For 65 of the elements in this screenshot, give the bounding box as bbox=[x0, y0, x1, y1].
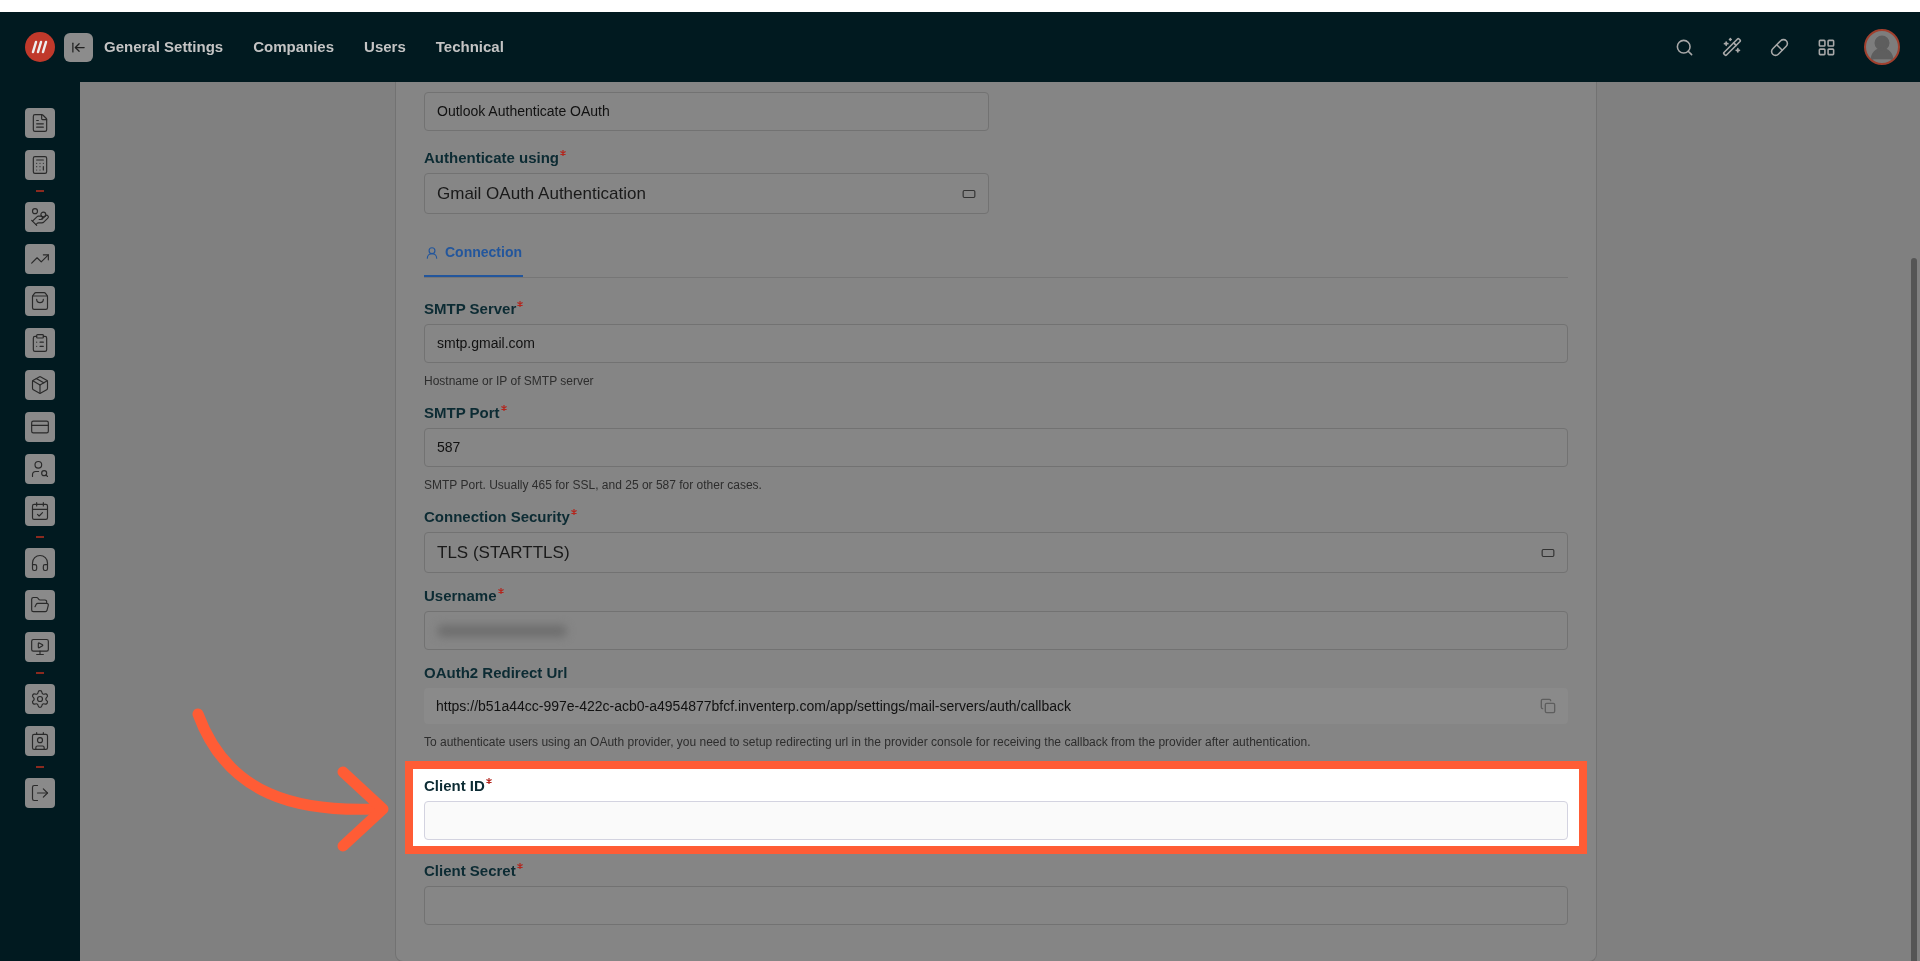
field-label: Client Secret bbox=[424, 862, 516, 880]
logo[interactable] bbox=[25, 32, 55, 62]
sidebar-button[interactable] bbox=[25, 726, 55, 756]
input-field[interactable]: smtp.gmail.com bbox=[424, 324, 1568, 363]
folder-icon bbox=[30, 595, 50, 615]
collapse-button[interactable] bbox=[64, 32, 93, 62]
pill-button[interactable] bbox=[1770, 37, 1789, 57]
sidebar-button[interactable] bbox=[25, 328, 55, 358]
copy-icon bbox=[1540, 698, 1556, 714]
field-label: SMTP Port bbox=[424, 404, 500, 422]
report-icon bbox=[30, 113, 50, 133]
grid-icon bbox=[1817, 37, 1836, 57]
sidebar-button[interactable] bbox=[25, 548, 55, 578]
calculator-icon bbox=[30, 155, 50, 175]
nav-link[interactable]: Users bbox=[364, 35, 406, 59]
field-label: SMTP Server bbox=[424, 300, 517, 318]
settings-icon bbox=[30, 689, 50, 709]
sidebar-button[interactable] bbox=[25, 202, 55, 232]
apps-button[interactable] bbox=[1817, 37, 1836, 57]
sidebar-button[interactable] bbox=[25, 496, 55, 526]
sidebar-button[interactable] bbox=[25, 454, 55, 484]
select-field[interactable]: TLS (STARTTLS) bbox=[424, 532, 1568, 573]
wand-icon bbox=[1722, 37, 1742, 57]
contact-card-icon bbox=[30, 731, 50, 751]
help-text: To authenticate users using an OAuth provider, you need to setup redirecting url in the provider console for receiving the callback from the provider after authentication. bbox=[424, 734, 1312, 751]
nav-link[interactable]: General Settings bbox=[104, 35, 224, 59]
clipboard-icon bbox=[30, 333, 50, 353]
field-label: Client ID bbox=[424, 777, 485, 795]
logout-icon bbox=[30, 783, 50, 803]
help-text: Hostname or IP of SMTP server bbox=[424, 373, 595, 390]
user-badge-icon bbox=[425, 245, 439, 260]
logo-icon bbox=[31, 40, 49, 54]
select-field[interactable]: Gmail OAuth Authentication bbox=[424, 173, 989, 214]
sidebar-button[interactable] bbox=[25, 370, 55, 400]
magic-button[interactable] bbox=[1722, 37, 1742, 57]
field-label: OAuth2 Redirect Url bbox=[424, 664, 568, 682]
hand-coins-icon bbox=[30, 207, 50, 227]
sidebar-button[interactable] bbox=[25, 632, 55, 662]
user-search-icon bbox=[30, 459, 50, 479]
sidebar-button[interactable] bbox=[25, 244, 55, 274]
nav-link[interactable]: Technical bbox=[435, 35, 504, 59]
url-field: https://b51a44cc-997e-422c-acb0-a4954877bfcf.inventerp.com/app/settings/mail-servers/auth/callback bbox=[424, 688, 1568, 724]
calendar-icon bbox=[30, 501, 50, 521]
nav-link[interactable]: Companies bbox=[253, 35, 335, 59]
pill-icon bbox=[1770, 37, 1789, 57]
field-label: Username bbox=[424, 587, 497, 605]
headphones-icon bbox=[30, 553, 50, 573]
sidebar-button[interactable] bbox=[25, 778, 55, 808]
field-label: Connection Security bbox=[424, 508, 570, 526]
search-icon bbox=[1675, 37, 1694, 57]
sidebar-button[interactable] bbox=[25, 412, 55, 442]
sidebar-button[interactable] bbox=[25, 590, 55, 620]
bag-icon bbox=[30, 291, 50, 311]
input-field[interactable]: Outlook Authenticate OAuth bbox=[424, 92, 989, 131]
field-label: Authenticate using bbox=[424, 149, 559, 167]
boxes-icon bbox=[30, 375, 50, 395]
sidebar-button[interactable] bbox=[25, 108, 55, 138]
sidebar-button[interactable] bbox=[25, 684, 55, 714]
monitor-icon bbox=[30, 637, 50, 657]
sidebar-button[interactable] bbox=[25, 150, 55, 180]
sidebar-button[interactable] bbox=[25, 286, 55, 316]
input-field[interactable]: 587 bbox=[424, 428, 1568, 467]
help-text: SMTP Port. Usually 465 for SSL, and 25 or 587 for other cases. bbox=[424, 477, 763, 494]
avatar[interactable] bbox=[1864, 29, 1900, 65]
search-button[interactable] bbox=[1675, 37, 1694, 57]
